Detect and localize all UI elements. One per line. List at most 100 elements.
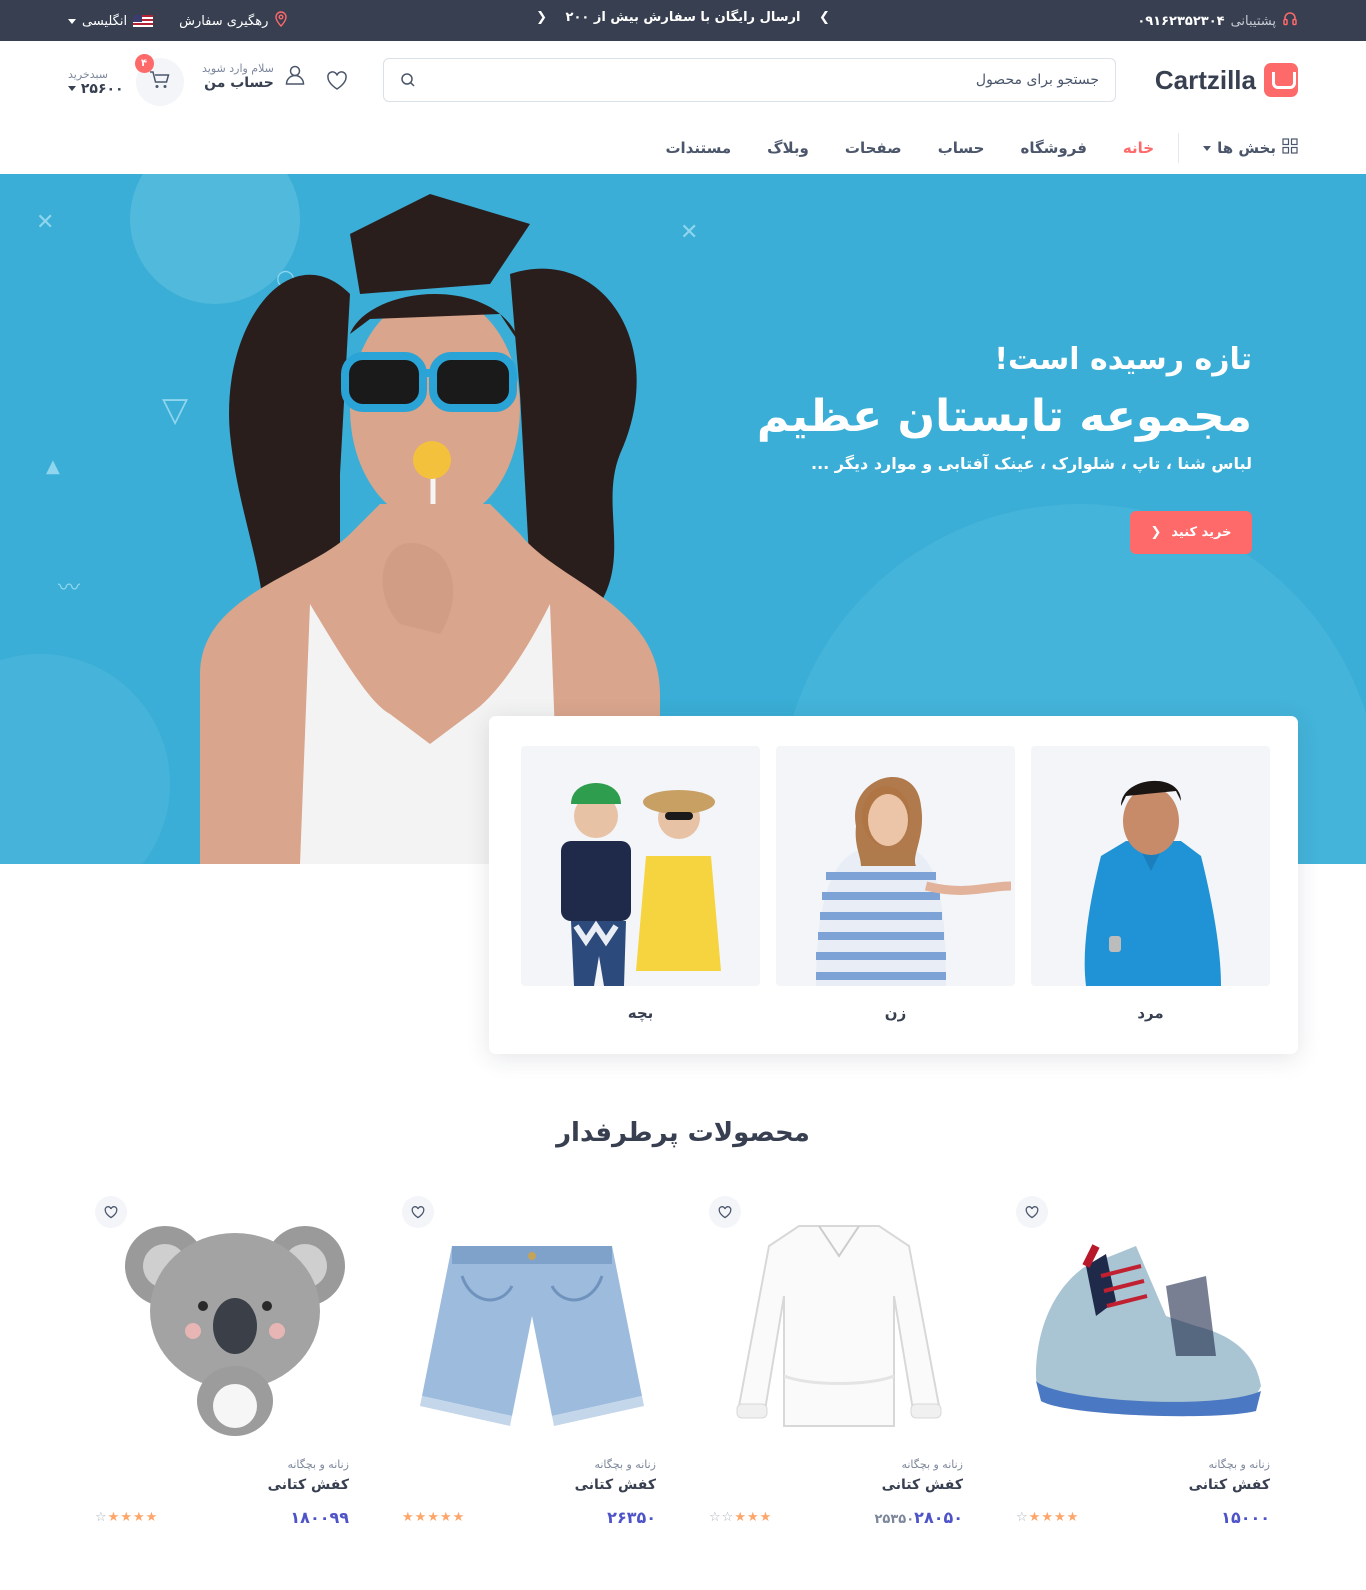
cart-button[interactable]: ۴	[134, 54, 184, 106]
category-kids[interactable]: بچه	[521, 746, 760, 1022]
product-category[interactable]: زنانه و بچگانه	[901, 1458, 963, 1471]
menu-item-blog[interactable]: وبلاگ	[767, 139, 809, 157]
category-image	[521, 746, 760, 986]
product-image[interactable]	[1016, 1206, 1276, 1446]
product-card[interactable]: زنانه و بچگانه کفش کتانی ۱۸۰۰۹۹ ☆★★★★	[83, 1196, 361, 1546]
star-icon: ★	[759, 1510, 773, 1525]
tracking-label: رهگیری سفارش	[179, 13, 269, 29]
rating-stars: ☆★★★★	[1016, 1510, 1079, 1525]
product-category[interactable]: زنانه و بچگانه	[1208, 1458, 1270, 1471]
language-selector[interactable]: انگلیسی	[68, 14, 154, 29]
star-icon: ★	[1066, 1510, 1080, 1525]
category-image	[776, 746, 1015, 986]
user-icon	[284, 64, 306, 90]
menu-item-pages[interactable]: صفحات	[845, 139, 902, 157]
star-icon: ★	[120, 1510, 133, 1525]
menu-item-docs[interactable]: مستندات	[665, 139, 731, 157]
main-menu: بخش ها خانه فروشگاه حساب صفحات وبلاگ مست…	[0, 121, 1366, 175]
star-icon: ★	[1041, 1510, 1054, 1525]
category-label: زن	[884, 1004, 907, 1022]
menu-item-account[interactable]: حساب	[938, 139, 985, 157]
search-input[interactable]	[459, 69, 1099, 91]
decor-triangle-icon: ▽	[162, 390, 189, 430]
product-category[interactable]: زنانه و بچگانه	[594, 1458, 656, 1471]
hero-eyebrow: تازه رسیده است!	[994, 342, 1252, 377]
cart-count-badge: ۴	[134, 54, 154, 73]
category-men[interactable]: مرد	[1031, 746, 1270, 1022]
product-category[interactable]: زنانه و بچگانه	[287, 1458, 349, 1471]
heart-icon	[718, 1205, 732, 1218]
wishlist-button[interactable]	[709, 1196, 741, 1228]
search-box	[383, 58, 1116, 102]
star-icon: ☆	[95, 1510, 108, 1525]
wishlist-button[interactable]	[402, 1196, 434, 1228]
product-name[interactable]: کفش کتانی	[268, 1477, 349, 1493]
decor-wave-icon: 〰	[58, 576, 81, 601]
grid-icon	[1282, 138, 1298, 158]
product-name[interactable]: کفش کتانی	[575, 1477, 656, 1493]
product-price: ۱۸۰۰۹۹	[290, 1508, 349, 1527]
chevron-right-icon[interactable]: ❯	[819, 10, 830, 25]
rating-stars: ☆☆★★★	[709, 1510, 772, 1525]
star-icon: ★	[107, 1510, 121, 1525]
topbar: پشتیبانی ۰۹۱۶۲۳۵۲۳۰۴ ❯ ارسال رایگان با س…	[0, 0, 1366, 41]
product-old-price: ۲۵۳۵۰	[874, 1512, 915, 1527]
account-greeting: سلام وارد شوید	[202, 62, 274, 75]
star-icon: ★	[132, 1510, 146, 1525]
product-image[interactable]	[709, 1206, 969, 1446]
star-icon: ★	[414, 1510, 428, 1525]
location-pin-icon	[274, 11, 288, 31]
shop-now-button[interactable]: خرید کنید ❮	[1130, 511, 1252, 554]
star-icon: ★	[402, 1510, 415, 1525]
heart-icon	[104, 1205, 118, 1218]
product-price-value: ۱۸۰۰۹۹	[290, 1508, 349, 1527]
caret-down-icon	[68, 18, 76, 24]
chevron-left-icon[interactable]: ❮	[536, 10, 547, 25]
product-name[interactable]: کفش کتانی	[882, 1477, 963, 1493]
cart-widget[interactable]: سبدخرید ۲۵۶۰۰ ۴	[68, 54, 184, 106]
search-icon[interactable]	[400, 72, 416, 92]
star-icon: ★	[734, 1510, 747, 1525]
order-tracking-link[interactable]: رهگیری سفارش	[179, 11, 288, 31]
chevron-left-icon: ❮	[1150, 525, 1162, 540]
categories-dropdown[interactable]: بخش ها	[1178, 133, 1298, 163]
decor-triangle-icon: ▲	[46, 456, 60, 477]
shopping-cart-icon	[149, 70, 171, 94]
hero-subtitle: لباس شنا ، تاپ ، شلوارک ، عینک آفتابی و …	[810, 454, 1252, 473]
hero-cta-label: خرید کنید	[1171, 525, 1232, 540]
menu-item-shop[interactable]: فروشگاه	[1020, 139, 1086, 157]
star-icon: ☆	[1016, 1510, 1029, 1525]
rating-stars: ☆★★★★	[95, 1510, 158, 1525]
product-price-value: ۲۸۰۵۰	[914, 1508, 963, 1527]
product-card[interactable]: زنانه و بچگانه کفش کتانی ۲۵۳۵۰۲۸۰۵۰ ☆☆★★…	[697, 1196, 975, 1546]
hero-title: مجموعه تابستان عظیم	[756, 391, 1252, 442]
wishlist-button[interactable]	[95, 1196, 127, 1228]
menu-item-home[interactable]: خانه	[1123, 139, 1154, 157]
product-image[interactable]	[95, 1206, 355, 1446]
product-name[interactable]: کفش کتانی	[1189, 1477, 1270, 1493]
star-icon: ★	[1053, 1510, 1067, 1525]
star-icon: ★	[1028, 1510, 1042, 1525]
product-price: ۲۶۳۵۰	[607, 1508, 656, 1527]
decor-circle	[0, 654, 170, 864]
star-icon: ★	[145, 1510, 159, 1525]
logo[interactable]: Cartzilla	[1155, 63, 1298, 97]
star-icon: ★	[427, 1510, 440, 1525]
product-image[interactable]	[402, 1206, 662, 1446]
star-icon: ★	[452, 1510, 466, 1525]
account-link[interactable]: سلام وارد شوید حساب من	[202, 62, 306, 91]
category-women[interactable]: زن	[776, 746, 1015, 1022]
cart-label: سبدخرید	[68, 67, 109, 81]
product-card[interactable]: زنانه و بچگانه کفش کتانی ۱۵۰۰۰ ☆★★★★	[1004, 1196, 1282, 1546]
cart-summary: سبدخرید ۲۵۶۰۰	[68, 68, 124, 97]
product-card[interactable]: زنانه و بچگانه کفش کتانی ۲۶۳۵۰ ★★★★★	[390, 1196, 668, 1546]
wishlist-button[interactable]	[1016, 1196, 1048, 1228]
product-price: ۱۵۰۰۰	[1221, 1508, 1270, 1527]
product-price-value: ۲۶۳۵۰	[607, 1508, 656, 1527]
category-image	[1031, 746, 1270, 986]
rating-stars: ★★★★★	[402, 1510, 465, 1525]
category-label: مرد	[1137, 1004, 1164, 1022]
product-price: ۲۵۳۵۰۲۸۰۵۰	[868, 1508, 963, 1527]
categories-card: مرد زن بچه	[489, 716, 1298, 1054]
wishlist-heart-icon[interactable]	[326, 71, 348, 95]
